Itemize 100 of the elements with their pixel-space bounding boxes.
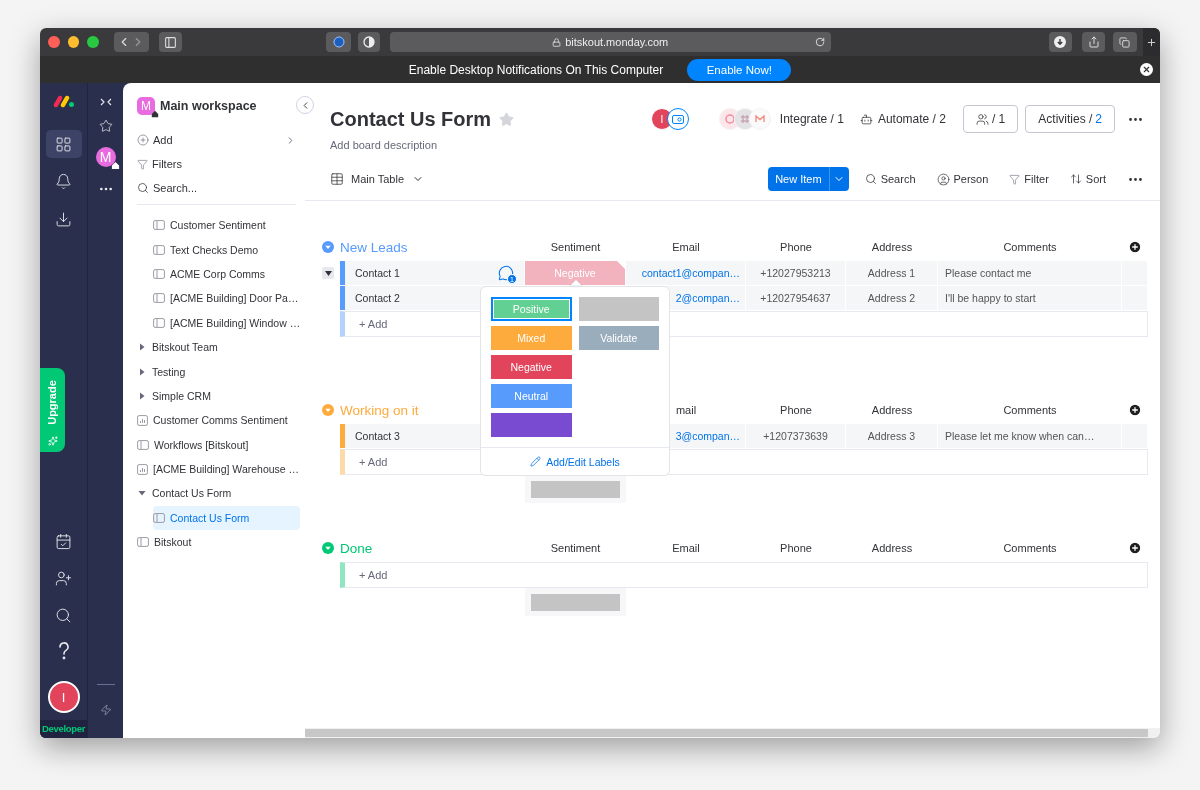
pencil-icon [530,456,542,467]
board-item[interactable]: [ACME Building] Warehouse … [137,456,301,482]
caret-icon [137,366,147,377]
board-item[interactable]: [ACME Building] Door Pa… [153,286,301,311]
privacy-button[interactable] [358,32,380,52]
dashboard-icon [137,414,148,426]
comment-cell: Please let me know when can… [938,424,1122,448]
board-item[interactable]: [ACME Building] Window … [153,310,301,335]
view-tab[interactable]: Main Table [330,172,424,186]
folder-item[interactable]: Bitskout Team [137,334,301,360]
user-avatar[interactable]: I [47,681,80,713]
caret-icon [137,390,147,401]
enable-notifications-button[interactable]: Enable Now! [687,58,792,81]
board-item[interactable]: Workflows [Bitskout] [137,432,301,457]
reload-icon[interactable] [814,37,825,47]
bell-icon[interactable] [55,172,72,190]
collapse-icon[interactable] [99,98,112,106]
download-icon[interactable] [55,210,72,228]
calendar-icon[interactable] [55,532,72,550]
star-icon[interactable] [499,111,515,127]
lightning-icon[interactable] [99,704,112,716]
sidebar-action[interactable]: Filters [137,152,309,176]
board-title[interactable]: Contact Us Form [330,107,492,131]
item-name: Contact 2 [355,292,400,304]
item-name: Contact 1 [355,267,400,279]
grid-icon[interactable] [55,135,72,153]
folder-item[interactable]: Simple CRM [137,383,301,409]
workspace-name[interactable]: Main workspace [160,99,257,113]
add-icon [137,134,149,146]
extension-button[interactable] [326,32,352,52]
add-column-icon[interactable] [1128,403,1142,417]
board-item[interactable]: ACME Corp Comms [153,261,301,287]
viewer-icon[interactable] [671,114,684,124]
toolbar-button[interactable]: Person [936,172,989,186]
close-window-button[interactable] [48,36,60,48]
board-item[interactable]: Contact Us Form [153,505,301,531]
board-description[interactable]: Add board description [330,139,1144,151]
board-item[interactable]: Customer Comms Sentiment [137,408,301,433]
board-item[interactable]: Customer Sentiment [153,213,301,238]
automate-link[interactable]: Automate / 2 [859,112,946,126]
caret-icon [324,270,332,276]
members-button[interactable]: / 1 [962,105,1019,133]
account-label: Developer [41,723,86,734]
email-cell: contact1@compan… [626,261,746,285]
plus-icon [1145,36,1157,48]
add-column-icon[interactable] [1128,240,1142,254]
toolbar-button[interactable]: Filter [1009,173,1049,185]
address-cell: Address 1 [846,261,938,285]
share-icon [1087,36,1100,48]
address-cell: Address 2 [846,286,938,310]
search-icon [864,173,877,185]
column-header: Sentiment [550,241,601,253]
sidebar-toggle-button[interactable] [158,32,183,52]
zoom-window-button[interactable] [87,36,99,48]
folder-item[interactable]: Contact Us Form [137,481,301,506]
share-button[interactable] [1081,32,1106,52]
column-header: mail [675,404,697,416]
sidebar-action[interactable]: Search... [137,176,309,200]
row-expand-button[interactable] [322,267,334,279]
activities-button[interactable]: Activities / 2 [1025,105,1115,133]
half-circle-icon [363,36,376,48]
tabs-button[interactable] [1113,32,1137,52]
column-header: Phone [780,542,812,554]
download-icon [1054,36,1067,48]
close-icon [1142,65,1151,74]
board-icon [153,512,165,523]
logo-icon [52,95,75,108]
column-header: Email [672,241,700,253]
board-item[interactable]: Bitskout [137,530,301,555]
integrate-link[interactable]: Integrate / 1 [779,112,844,126]
home-icon [110,161,120,170]
robot-icon [859,112,873,126]
search-icon[interactable] [55,606,72,624]
back-forward-button[interactable] [113,32,149,52]
board-item[interactable]: Text Checks Demo [153,237,301,262]
new-tab-button[interactable] [1142,28,1160,56]
column-header: Comments [1003,542,1057,554]
downloads-button[interactable] [1048,32,1072,52]
group-collapse-icon[interactable] [322,241,334,253]
close-button[interactable] [1140,63,1153,76]
sidebar-action[interactable]: Add [137,128,309,152]
edit-labels-link[interactable]: Add/Edit Labels [530,455,620,468]
tabs-icon [1119,36,1131,48]
toolbar-button[interactable]: Sort [1069,173,1106,185]
status-label-option[interactable]: Negative [491,355,572,379]
minimize-window-button[interactable] [67,36,80,48]
favorites-icon[interactable] [98,119,113,133]
add-column-icon[interactable] [1128,541,1142,555]
phone-cell: +12027954637 [746,286,846,310]
scrollbar[interactable] [305,729,1148,737]
address-bar[interactable]: bitskout.monday.com [389,32,831,52]
search-icon [137,182,149,194]
circle-icon [332,36,345,48]
board-icon [153,268,165,279]
toolbar-button[interactable]: Search [864,173,916,185]
chat-icon[interactable] [498,265,514,281]
phone-cell: +12027953213 [746,261,846,285]
help-icon[interactable] [57,642,70,660]
invite-user-icon[interactable] [55,569,72,587]
folder-item[interactable]: Testing [137,359,301,384]
